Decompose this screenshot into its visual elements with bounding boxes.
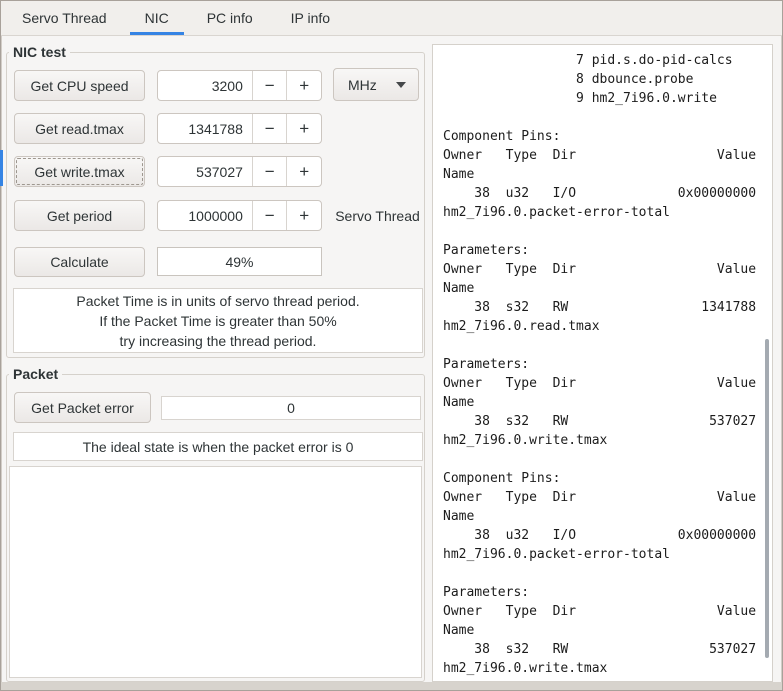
plus-icon[interactable]: +	[286, 157, 321, 186]
tab-nic-label: NIC	[144, 10, 169, 26]
cpu-speed-spinbox: 3200 − +	[157, 70, 322, 101]
active-tab-underline	[129, 32, 184, 35]
tab-nic[interactable]: NIC	[129, 1, 184, 35]
hal-output-text: 7 pid.s.do-pid-calcs 8 dbounce.probe 9 h…	[443, 53, 757, 676]
tab-bar: Servo Thread NIC PC info IP info	[1, 1, 782, 36]
minus-icon[interactable]: −	[251, 114, 287, 143]
read-tmax-spinbox: 1341788 − +	[157, 113, 322, 144]
minus-icon[interactable]: −	[251, 201, 287, 230]
vertical-scrollbar-thumb[interactable]	[765, 339, 769, 658]
window-bottom-border	[1, 682, 782, 690]
tab-ip-info[interactable]: IP info	[276, 1, 345, 35]
empty-output-panel	[9, 466, 422, 678]
left-edge-indicator	[0, 150, 3, 186]
cpu-speed-value[interactable]: 3200	[158, 71, 252, 100]
write-tmax-value[interactable]: 537027	[158, 157, 252, 186]
packet-time-progress: 49%	[157, 247, 322, 276]
servo-thread-label: Servo Thread	[335, 207, 420, 224]
plus-icon[interactable]: +	[286, 201, 321, 230]
tab-servo-thread-label: Servo Thread	[22, 10, 107, 26]
tab-pc-info[interactable]: PC info	[192, 1, 268, 35]
nic-test-frame-title: NIC test	[13, 44, 66, 60]
get-packet-error-button[interactable]: Get Packet error	[14, 392, 151, 423]
minus-icon[interactable]: −	[251, 157, 287, 186]
packet-frame-title: Packet	[13, 366, 59, 382]
tab-servo-thread[interactable]: Servo Thread	[7, 1, 122, 35]
plus-icon[interactable]: +	[286, 114, 321, 143]
plus-icon[interactable]: +	[286, 71, 321, 100]
calculate-button[interactable]: Calculate	[14, 247, 145, 277]
get-cpu-speed-button[interactable]: Get CPU speed	[14, 70, 145, 101]
dropdown-arrow-icon	[396, 81, 406, 88]
get-read-tmax-button[interactable]: Get read.tmax	[14, 113, 145, 144]
period-spinbox: 1000000 − +	[157, 200, 322, 231]
application-window: Servo Thread NIC PC info IP info NIC tes…	[0, 0, 783, 691]
hal-output-panel[interactable]: 7 pid.s.do-pid-calcs 8 dbounce.probe 9 h…	[432, 44, 773, 682]
unit-dropdown-value: MHz	[348, 76, 377, 93]
minus-icon[interactable]: −	[251, 71, 287, 100]
get-write-tmax-button[interactable]: Get write.tmax	[14, 156, 145, 187]
period-value[interactable]: 1000000	[158, 201, 252, 230]
packet-time-note: Packet Time is in units of servo thread …	[13, 288, 423, 353]
unit-dropdown[interactable]: MHz	[333, 68, 419, 101]
packet-error-note: The ideal state is when the packet error…	[13, 432, 423, 461]
read-tmax-value[interactable]: 1341788	[158, 114, 252, 143]
packet-error-value: 0	[161, 396, 421, 420]
tab-pc-info-label: PC info	[206, 10, 253, 26]
tab-ip-info-label: IP info	[290, 10, 331, 26]
write-tmax-spinbox: 537027 − +	[157, 156, 322, 187]
get-period-button[interactable]: Get period	[14, 200, 145, 231]
